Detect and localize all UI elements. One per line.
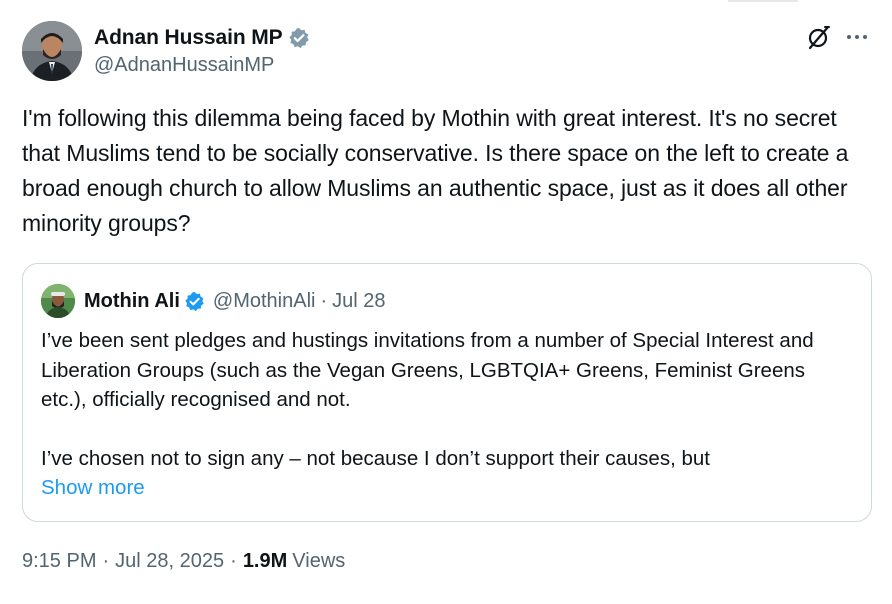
more-options-icon[interactable] bbox=[842, 22, 872, 52]
views-label: Views bbox=[292, 550, 346, 572]
author-handle[interactable]: @AdnanHussainMP bbox=[94, 54, 310, 77]
author-names: Adnan Hussain MP @AdnanHussainMP bbox=[94, 26, 310, 77]
verified-badge-icon bbox=[288, 27, 310, 49]
quoted-tweet-body: I’ve been sent pledges and hustings invi… bbox=[41, 326, 856, 503]
quoted-paragraph-2: I’ve chosen not to sign any – not becaus… bbox=[41, 446, 710, 470]
top-divider bbox=[728, 0, 798, 2]
tweet-date[interactable]: Jul 28, 2025 bbox=[115, 550, 224, 573]
tweet-time[interactable]: 9:15 PM bbox=[22, 550, 96, 573]
quoted-author-avatar bbox=[41, 284, 75, 318]
quoted-verified-badge-icon bbox=[184, 291, 205, 312]
quoted-separator: · bbox=[320, 289, 328, 312]
tweet-header: Adnan Hussain MP @AdnanHussainMP bbox=[22, 20, 872, 82]
meta-separator-2: · bbox=[230, 550, 237, 572]
author-avatar[interactable] bbox=[22, 21, 82, 81]
views-count: 1.9M bbox=[242, 550, 288, 572]
quoted-author-handle: @MothinAli bbox=[212, 289, 316, 312]
tweet-text: I'm following this dilemma being faced b… bbox=[22, 105, 849, 236]
quoted-date: Jul 28 bbox=[332, 289, 386, 312]
tweet-meta: 9:15 PM · Jul 28, 2025 · 1.9M Views bbox=[22, 550, 345, 573]
author-display-name[interactable]: Adnan Hussain MP bbox=[94, 26, 283, 50]
quoted-paragraph-1: I’ve been sent pledges and hustings invi… bbox=[41, 329, 814, 411]
quoted-author-display-name: Mothin Ali bbox=[84, 289, 180, 312]
quoted-tweet[interactable]: Mothin Ali @MothinAli · Jul 28 I’ve been… bbox=[22, 263, 872, 522]
quoted-tweet-header: Mothin Ali @MothinAli · Jul 28 bbox=[41, 284, 386, 318]
grok-icon[interactable] bbox=[804, 22, 834, 52]
meta-separator-1: · bbox=[102, 550, 110, 572]
show-more-link[interactable]: Show more bbox=[41, 473, 145, 503]
header-actions bbox=[804, 22, 872, 52]
